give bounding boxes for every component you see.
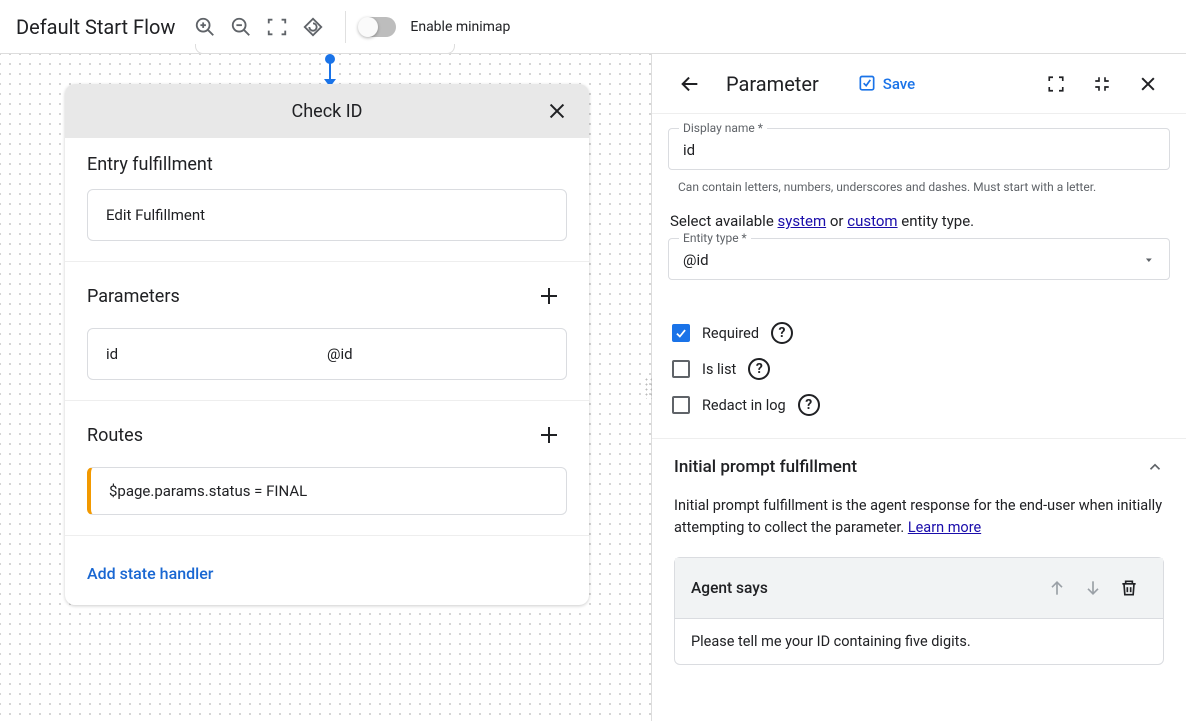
display-name-label: Display name * bbox=[679, 121, 767, 135]
add-route-icon[interactable] bbox=[531, 417, 567, 453]
page-card-header: Check ID bbox=[65, 84, 589, 138]
toggle-knob bbox=[358, 17, 378, 37]
page-card: Check ID Entry fulfillment Edit Fulfillm… bbox=[65, 84, 589, 605]
initial-prompt-desc: Initial prompt fulfillment is the agent … bbox=[674, 495, 1164, 539]
fit-view-icon[interactable] bbox=[259, 9, 295, 45]
collapse-icon[interactable] bbox=[1084, 66, 1120, 102]
display-name-value[interactable]: id bbox=[683, 141, 1155, 159]
entry-fulfillment-section: Entry fulfillment Edit Fulfillment bbox=[65, 138, 589, 262]
parameters-section: Parameters id @id bbox=[65, 262, 589, 401]
redact-checkbox-row[interactable]: Redact in log ? bbox=[672, 394, 1166, 416]
move-down-icon[interactable] bbox=[1075, 570, 1111, 606]
agent-says-header: Agent says bbox=[675, 558, 1163, 619]
panel-body: Display name * id Can contain letters, n… bbox=[652, 114, 1186, 721]
custom-link[interactable]: custom bbox=[847, 212, 897, 230]
parameter-entity: @id bbox=[327, 345, 548, 363]
text: Select available bbox=[670, 212, 778, 230]
help-icon[interactable]: ? bbox=[798, 394, 820, 416]
initial-prompt-title: Initial prompt fulfillment bbox=[674, 457, 857, 477]
close-icon[interactable] bbox=[539, 93, 575, 129]
accordion-header[interactable]: Initial prompt fulfillment bbox=[674, 457, 1164, 477]
help-icon[interactable]: ? bbox=[771, 322, 793, 344]
panel-resize-handle[interactable] bbox=[644, 368, 652, 408]
is-list-checkbox-row[interactable]: Is list ? bbox=[672, 358, 1166, 380]
panel-title: Parameter bbox=[726, 72, 819, 96]
reset-layout-icon[interactable] bbox=[295, 9, 331, 45]
parameter-name: id bbox=[106, 345, 327, 363]
system-link[interactable]: system bbox=[778, 212, 827, 230]
redact-label: Redact in log bbox=[702, 397, 786, 414]
flow-canvas[interactable]: Check ID Entry fulfillment Edit Fulfillm… bbox=[0, 54, 651, 721]
minimap-label: Enable minimap bbox=[410, 19, 510, 35]
route-condition: $page.params.status = FINAL bbox=[109, 482, 307, 500]
entity-type-label: Entity type * bbox=[679, 231, 751, 245]
text: entity type. bbox=[898, 212, 975, 230]
toggle-track bbox=[360, 17, 396, 37]
agent-says-text[interactable]: Please tell me your ID containing five d… bbox=[675, 619, 1163, 664]
delete-icon[interactable] bbox=[1111, 570, 1147, 606]
save-label: Save bbox=[883, 75, 915, 93]
panel-header: Parameter Save bbox=[652, 54, 1186, 114]
save-button[interactable]: Save bbox=[857, 74, 915, 94]
entry-fulfillment-label: Entry fulfillment bbox=[87, 154, 213, 175]
back-icon[interactable] bbox=[672, 66, 708, 102]
move-up-icon[interactable] bbox=[1039, 570, 1075, 606]
chevron-up-icon bbox=[1146, 458, 1164, 476]
initial-prompt-accordion: Initial prompt fulfillment Initial promp… bbox=[652, 438, 1186, 665]
entity-type-value: @id bbox=[683, 251, 1143, 269]
required-label: Required bbox=[702, 325, 759, 342]
expand-icon[interactable] bbox=[1038, 66, 1074, 102]
upstream-page-stub bbox=[195, 44, 455, 54]
help-icon[interactable]: ? bbox=[748, 358, 770, 380]
parameter-row[interactable]: id @id bbox=[87, 328, 567, 380]
redact-checkbox[interactable] bbox=[672, 396, 690, 414]
display-name-field[interactable]: Display name * id bbox=[668, 128, 1170, 170]
edit-fulfillment-button[interactable]: Edit Fulfillment bbox=[87, 189, 567, 241]
add-state-handler-button[interactable]: Add state handler bbox=[87, 552, 567, 605]
toolbar: Default Start Flow Enable minimap bbox=[0, 0, 1186, 54]
page-title: Check ID bbox=[292, 101, 363, 122]
divider bbox=[345, 11, 346, 43]
route-row[interactable]: $page.params.status = FINAL bbox=[87, 467, 567, 515]
parameters-label: Parameters bbox=[87, 286, 180, 307]
dropdown-arrow-icon bbox=[1143, 254, 1155, 266]
zoom-in-icon[interactable] bbox=[187, 9, 223, 45]
text: or bbox=[826, 212, 847, 230]
entity-type-select[interactable]: Entity type * @id bbox=[668, 238, 1170, 280]
agent-says-card: Agent says Please tell me your ID contai… bbox=[674, 557, 1164, 665]
flow-name: Default Start Flow bbox=[16, 15, 175, 39]
agent-says-label: Agent says bbox=[691, 579, 768, 597]
required-checkbox-row[interactable]: Required ? bbox=[672, 322, 1166, 344]
add-parameter-icon[interactable] bbox=[531, 278, 567, 314]
display-name-helper: Can contain letters, numbers, underscore… bbox=[668, 176, 1170, 212]
learn-more-link[interactable]: Learn more bbox=[908, 519, 981, 536]
routes-label: Routes bbox=[87, 425, 143, 446]
minimap-toggle[interactable]: Enable minimap bbox=[360, 17, 510, 37]
is-list-checkbox[interactable] bbox=[672, 360, 690, 378]
close-panel-icon[interactable] bbox=[1130, 66, 1166, 102]
zoom-out-icon[interactable] bbox=[223, 9, 259, 45]
routes-section: Routes $page.params.status = FINAL bbox=[65, 401, 589, 536]
parameter-panel: Parameter Save Display name * id Can con… bbox=[651, 54, 1186, 721]
is-list-label: Is list bbox=[702, 361, 736, 378]
required-checkbox[interactable] bbox=[672, 324, 690, 342]
